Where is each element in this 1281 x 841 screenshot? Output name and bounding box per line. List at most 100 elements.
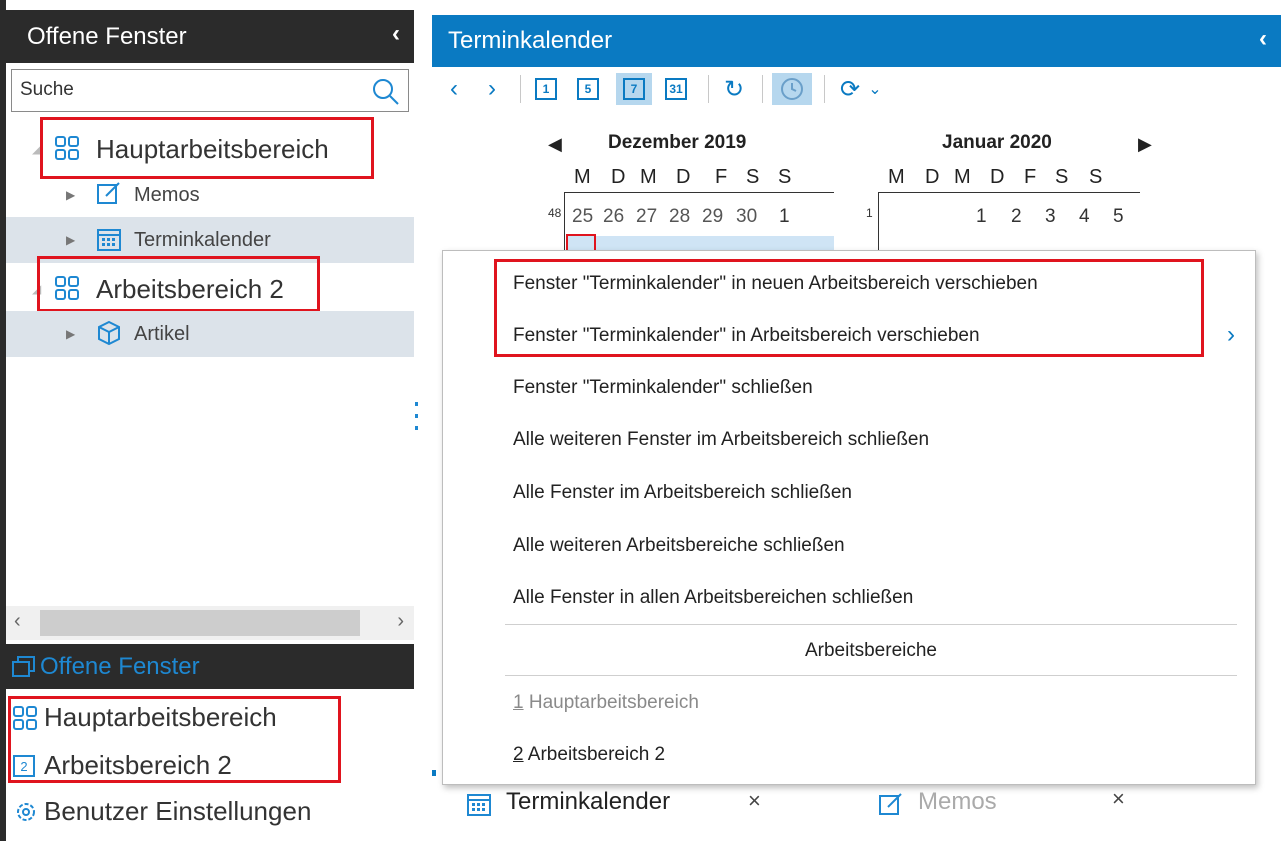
collapsed-arrow-icon[interactable]: ▶ (66, 233, 75, 247)
weekday-label: D (990, 166, 1005, 188)
calendar-day[interactable]: 1 (779, 206, 790, 228)
calendar-day[interactable]: 4 (1079, 206, 1090, 228)
scrollbar-thumb[interactable] (40, 610, 360, 636)
submenu-arrow-icon[interactable]: › (1227, 321, 1235, 349)
menu-item-close-all-windows[interactable]: Alle Fenster im Arbeitsbereich schließen (513, 482, 852, 504)
collapse-calendar-icon[interactable]: ‹ (1259, 25, 1267, 53)
tab-label: Terminkalender (506, 788, 671, 815)
tree-item-memos[interactable]: ▶ Memos (6, 172, 414, 218)
windows-icon (12, 656, 35, 677)
weekday-divider (878, 192, 1140, 193)
search-placeholder: Suche (20, 79, 74, 100)
weekday-label: M (954, 166, 971, 188)
close-tab-icon[interactable]: × (748, 788, 761, 814)
sync-icon[interactable]: ⟳ (836, 73, 864, 105)
cube-icon (98, 320, 120, 346)
tree-item-label: Memos (134, 184, 200, 206)
toolbar-separator (762, 75, 763, 103)
workweek-view-icon[interactable]: 5 (572, 73, 604, 105)
weeknum-divider (878, 192, 879, 252)
weekday-label: M (888, 166, 905, 188)
splitter-handle[interactable] (415, 400, 419, 432)
weekday-label: S (1055, 166, 1069, 188)
selected-week-row[interactable] (566, 236, 834, 250)
clock-icon[interactable] (772, 73, 812, 105)
panel-title: Offene Fenster (27, 23, 187, 50)
tree-item-artikel[interactable]: ▶ Artikel (6, 311, 414, 357)
section-label: Offene Fenster (40, 653, 200, 680)
highlight-box (494, 259, 1204, 357)
accelerator-key: 2 (513, 744, 524, 765)
calendar-day[interactable]: 30 (736, 206, 757, 228)
calendar-day[interactable]: 3 (1045, 206, 1056, 228)
calendar-day[interactable]: 26 (603, 206, 624, 228)
month-view-icon[interactable]: 31 (660, 73, 692, 105)
calendar-day[interactable]: 29 (702, 206, 723, 228)
weekday-label: S (746, 166, 760, 188)
next-icon[interactable]: › (480, 73, 504, 105)
close-tab-icon[interactable]: × (1112, 786, 1125, 812)
refresh-icon[interactable]: ↻ (720, 73, 748, 105)
weekday-label: S (778, 166, 792, 188)
collapsed-arrow-icon[interactable]: ▶ (66, 327, 75, 341)
weekday-label: M (574, 166, 591, 188)
previous-icon[interactable]: ‹ (442, 73, 466, 105)
calendar-day[interactable]: 25 (572, 206, 593, 228)
calendar-toolbar: ‹ › 1 5 7 31 ↻ ⟳ ⌄ (432, 67, 1281, 112)
chevron-down-icon[interactable]: ⌄ (866, 73, 884, 105)
weekday-label: F (715, 166, 728, 188)
calendar-day[interactable]: 28 (669, 206, 690, 228)
accelerator-key: 1 (513, 692, 524, 713)
scroll-left-icon[interactable]: ‹ (14, 610, 21, 633)
weekday-label: S (1089, 166, 1103, 188)
weekday-label: D (611, 166, 626, 188)
toolbar-separator (520, 75, 521, 103)
tab-label: Memos (918, 788, 997, 815)
horizontal-scrollbar[interactable]: ‹ › (6, 606, 414, 640)
week-number: 48 (548, 206, 562, 220)
weeknum-divider (564, 192, 565, 252)
collapsed-arrow-icon[interactable]: ▶ (66, 188, 75, 202)
weekday-label: F (1024, 166, 1037, 188)
calendar-day[interactable]: 27 (636, 206, 657, 228)
scroll-right-icon[interactable]: › (397, 610, 404, 633)
calendar-title: Terminkalender (448, 27, 613, 54)
collapse-panel-icon[interactable]: ‹ (392, 20, 400, 48)
workspace-label: Hauptarbeitsbereich (523, 692, 699, 713)
menu-item-workspace-1: 1 Hauptarbeitsbereich (513, 692, 699, 714)
memo-icon (879, 793, 902, 815)
active-tab-indicator (432, 770, 436, 776)
search-input[interactable]: Suche (11, 69, 409, 112)
menu-section-title: Arbeitsbereiche (804, 640, 938, 661)
workspace-label: Arbeitsbereich 2 (523, 744, 666, 765)
week-view-icon[interactable]: 7 (616, 73, 652, 105)
menu-item-close-other-windows[interactable]: Alle weiteren Fenster im Arbeitsbereich … (513, 429, 929, 451)
calendar-day[interactable]: 5 (1113, 206, 1124, 228)
highlight-box (8, 696, 341, 783)
week-number: 1 (866, 206, 873, 220)
weekday-divider (564, 192, 834, 193)
menu-item-close-window[interactable]: Fenster "Terminkalender" schließen (513, 377, 813, 399)
menu-item-close-all-in-all-workspaces[interactable]: Alle Fenster in allen Arbeitsbereichen s… (513, 587, 913, 609)
calendar-icon (467, 794, 491, 816)
tree-item-label: Artikel (134, 323, 190, 345)
weekday-label: D (925, 166, 940, 188)
highlight-box (40, 117, 374, 179)
menu-item-close-other-workspaces[interactable]: Alle weiteren Arbeitsbereiche schließen (513, 535, 845, 557)
search-icon[interactable] (370, 76, 400, 106)
weekday-label: D (676, 166, 691, 188)
gear-icon (17, 803, 35, 821)
calendar-day[interactable]: 1 (976, 206, 987, 228)
menu-separator (505, 675, 1237, 676)
next-month-icon[interactable]: ▶ (1138, 134, 1152, 155)
calendar-day[interactable]: 2 (1011, 206, 1022, 228)
month-title: Dezember 2019 (608, 132, 747, 153)
prev-month-icon[interactable]: ◀ (548, 134, 562, 155)
toolbar-separator (824, 75, 825, 103)
menu-item-workspace-2[interactable]: 2 Arbeitsbereich 2 (513, 744, 665, 766)
open-windows-header: Offene Fenster ‹ (6, 10, 414, 63)
day-view-icon[interactable]: 1 (530, 73, 562, 105)
calendar-header: Terminkalender ‹ (432, 15, 1281, 67)
today-marker[interactable] (566, 234, 596, 250)
open-windows-section[interactable]: Offene Fenster (6, 644, 414, 689)
